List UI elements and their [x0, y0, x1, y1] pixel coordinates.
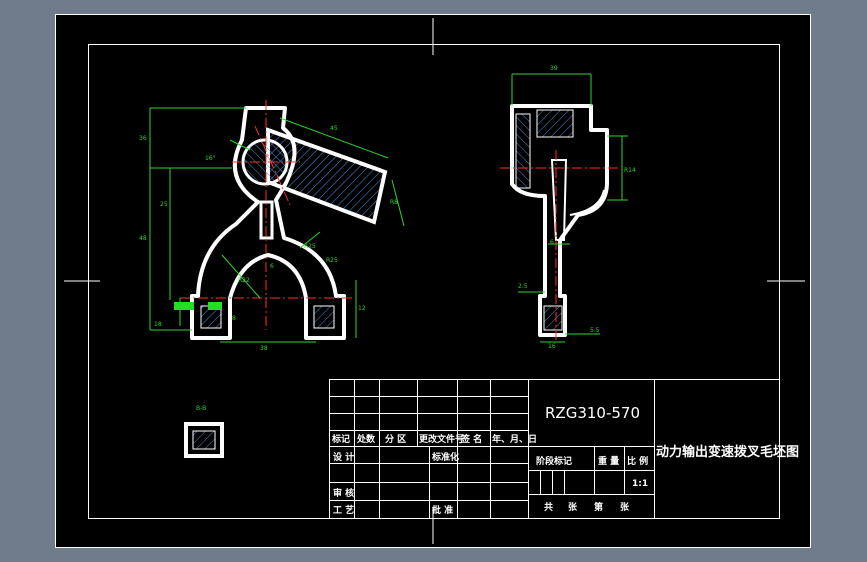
tb-process: 工 艺 — [333, 504, 354, 516]
part-title: 动力输出变速拨叉毛坯图 — [656, 444, 799, 460]
tb-sheet-unit2: 张 — [620, 501, 630, 513]
dim-side-6: 16 — [548, 343, 556, 350]
tb-approve: 批 准 — [432, 504, 453, 516]
tb-sheets-total: 共 — [544, 501, 553, 513]
tb-scale-value: 1:1 — [632, 479, 648, 489]
dim-front-3: 16° — [205, 155, 216, 162]
side-bottom-section — [543, 305, 563, 331]
dim-front-5: 48 — [139, 235, 147, 242]
dim-side-2: R14 — [624, 167, 636, 174]
tb-weight: 重 量 — [598, 455, 619, 467]
dim-front-7: R25 — [304, 243, 316, 250]
dim-front-6: R8 — [390, 199, 398, 206]
tb-sheet-unit: 张 — [568, 501, 578, 513]
dim-front-8: 6 — [270, 263, 274, 270]
drawing-sheet — [55, 14, 811, 548]
right-pad-section — [313, 305, 335, 329]
section-hatch — [192, 430, 216, 450]
tb-mark: 标记 — [331, 433, 350, 445]
dim-front-9: R22 — [238, 277, 250, 284]
side-left-section — [515, 113, 531, 189]
dim-front-4: 25 — [160, 201, 168, 208]
dim-front-1: 36 — [139, 135, 147, 142]
dim-side-3: 6 — [550, 239, 554, 246]
tb-stage: 阶段标记 — [536, 455, 572, 467]
tb-change-doc: 更改文件号 — [419, 433, 464, 445]
dim-side-1: 39 — [550, 65, 558, 72]
dim-front-14: 12 — [358, 305, 366, 312]
tb-sheet-no: 第 — [594, 501, 603, 513]
tb-design: 设 计 — [333, 451, 354, 463]
section-label: B-B — [196, 405, 206, 412]
dim-front-12: 18 — [154, 321, 162, 328]
tb-zone: 分 区 — [385, 433, 406, 445]
tb-count: 处数 — [356, 433, 376, 445]
dim-front-2: 45 — [330, 125, 338, 132]
dim-front-10: R25 — [326, 257, 338, 264]
drawing-number: RZG310-570 — [545, 404, 640, 422]
dim-side-4: 2.5 — [518, 283, 528, 290]
tb-sign: 签 名 — [460, 433, 482, 445]
dim-front-11: 38 — [260, 345, 268, 352]
dim-side-5: 5.5 — [590, 327, 600, 334]
side-top-section — [536, 109, 574, 138]
cad-drawing-canvas: 36 45 16° 25 48 R8 R25 6 R22 R25 38 18 8… — [55, 14, 811, 548]
tb-scale: 比 例 — [627, 455, 648, 467]
tb-standardize: 标准化 — [431, 451, 459, 463]
tb-date: 年、月、日 — [492, 433, 537, 445]
green-block-left — [174, 302, 194, 310]
green-block-right — [208, 302, 222, 310]
dim-front-13: 8 — [232, 315, 236, 322]
tb-review: 审 核 — [333, 487, 354, 499]
